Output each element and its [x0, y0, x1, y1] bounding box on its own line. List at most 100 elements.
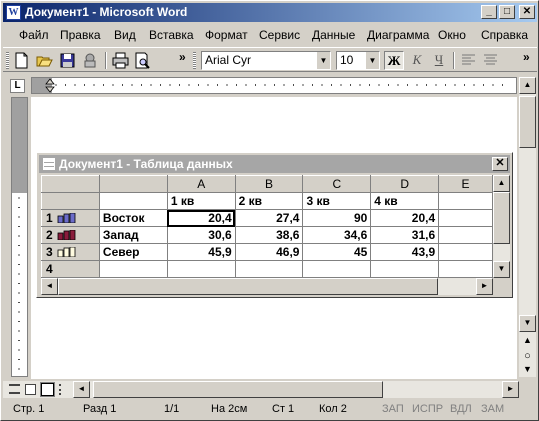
data-cell[interactable] [370, 260, 440, 278]
row-header[interactable]: 2 [41, 226, 100, 244]
datasheet-horizontal-scrollbar[interactable]: ◄ ► [41, 278, 493, 295]
column-header[interactable]: D [370, 175, 440, 193]
underline-button[interactable]: Ч [429, 51, 449, 70]
print-layout-icon[interactable] [40, 382, 55, 397]
series-label-cell[interactable]: Восток [98, 209, 168, 227]
menu-insert[interactable]: Вставка [149, 28, 194, 42]
category-label-cell[interactable]: 4 кв [370, 192, 440, 210]
category-label-cell[interactable]: 3 кв [302, 192, 372, 210]
print-preview-icon[interactable] [134, 52, 151, 69]
save-icon[interactable] [59, 52, 76, 69]
italic-button[interactable]: К [407, 51, 427, 70]
word-doc-icon[interactable]: W [6, 5, 21, 20]
scroll-right-button[interactable]: ► [476, 278, 493, 295]
data-cell[interactable] [302, 260, 372, 278]
data-cell[interactable] [438, 243, 493, 261]
menu-help[interactable]: Справка [481, 28, 528, 42]
row-header[interactable]: 4 [41, 260, 100, 278]
menu-window[interactable]: Окно [438, 28, 466, 42]
row-header[interactable]: 1 [41, 209, 100, 227]
data-cell[interactable] [234, 260, 304, 278]
select-all-corner[interactable] [41, 175, 100, 193]
vertical-scrollbar[interactable]: ▲ ▼ ▲ ○ ▼ [519, 77, 536, 377]
data-cell-selected[interactable]: 20,4 [166, 209, 236, 227]
data-cell[interactable]: 30,6 [166, 226, 236, 244]
data-cell[interactable] [166, 260, 236, 278]
toolbar-grip[interactable] [193, 52, 196, 69]
data-cell[interactable] [438, 260, 493, 278]
row-header-blank[interactable] [41, 192, 100, 210]
minimize-button[interactable]: _ [481, 5, 497, 19]
scroll-up-button[interactable]: ▲ [519, 77, 536, 94]
data-cell[interactable] [438, 226, 493, 244]
status-ovr[interactable]: ЗАМ [481, 402, 504, 419]
bold-button[interactable]: Ж [384, 51, 404, 70]
datasheet-title-bar[interactable]: Документ1 - Таблица данных ✕ [39, 155, 510, 173]
toolbar-overflow-2[interactable]: » [523, 50, 530, 64]
data-cell[interactable]: 90 [302, 209, 372, 227]
chevron-down-icon[interactable]: ▼ [316, 52, 330, 69]
maximize-button[interactable]: □ [499, 5, 515, 19]
size-grip[interactable] [493, 278, 510, 295]
chevron-down-icon[interactable]: ▼ [365, 52, 379, 69]
outline-view-icon[interactable] [59, 384, 70, 395]
toolbar-overflow-1[interactable]: » [179, 50, 186, 64]
print-icon[interactable] [112, 52, 129, 69]
cell[interactable] [438, 192, 493, 210]
data-cell[interactable]: 27,4 [234, 209, 304, 227]
menu-chart[interactable]: Диаграмма [367, 28, 429, 42]
normal-view-icon[interactable] [9, 384, 20, 394]
vertical-ruler[interactable] [11, 97, 28, 377]
scroll-up-button[interactable]: ▲ [493, 175, 510, 192]
menu-format[interactable]: Формат [205, 28, 248, 42]
row-header[interactable]: 3 [41, 243, 100, 261]
font-name-select[interactable]: Arial Cyr ▼ [201, 51, 331, 70]
data-cell[interactable]: 45 [302, 243, 372, 261]
horizontal-scroll-thumb[interactable] [93, 381, 383, 398]
web-view-icon[interactable] [25, 384, 36, 395]
font-size-select[interactable]: 10 ▼ [336, 51, 380, 70]
next-page-icon[interactable]: ▼ [519, 362, 536, 379]
horizontal-scroll-thumb[interactable] [58, 278, 438, 295]
close-button[interactable]: ✕ [519, 5, 535, 19]
data-cell[interactable]: 38,6 [234, 226, 304, 244]
datasheet-close-button[interactable]: ✕ [492, 157, 508, 171]
column-header[interactable]: B [234, 175, 304, 193]
toolbar-grip[interactable] [6, 52, 9, 69]
series-label-cell[interactable] [98, 260, 168, 278]
status-rec[interactable]: ЗАП [382, 402, 404, 419]
scroll-thumb[interactable] [493, 192, 510, 244]
column-header[interactable]: A [166, 175, 236, 193]
align-center-icon[interactable] [482, 52, 499, 69]
scroll-left-button[interactable]: ◄ [73, 381, 90, 398]
scroll-thumb[interactable] [519, 96, 536, 148]
data-cell[interactable] [438, 209, 493, 227]
open-folder-icon[interactable] [36, 52, 53, 69]
cell[interactable] [98, 192, 168, 210]
data-cell[interactable]: 45,9 [166, 243, 236, 261]
menu-file[interactable]: Файл [19, 28, 49, 42]
status-ext[interactable]: ВДЛ [450, 402, 472, 419]
column-header-blank[interactable] [98, 175, 168, 193]
scroll-right-button[interactable]: ► [502, 381, 519, 398]
status-trk[interactable]: ИСПР [412, 402, 443, 419]
align-left-icon[interactable] [460, 52, 477, 69]
column-header[interactable]: C [302, 175, 372, 193]
datasheet-vertical-scrollbar[interactable]: ▲ ▼ [493, 175, 510, 278]
column-header[interactable]: E [438, 175, 493, 193]
data-cell[interactable]: 34,6 [302, 226, 372, 244]
new-document-icon[interactable] [13, 52, 30, 69]
menu-view[interactable]: Вид [114, 28, 136, 42]
data-cell[interactable]: 46,9 [234, 243, 304, 261]
scroll-left-button[interactable]: ◄ [41, 278, 58, 295]
menu-tools[interactable]: Сервис [259, 28, 300, 42]
title-bar[interactable]: W Документ1 - Microsoft Word _ □ ✕ [3, 3, 537, 22]
menu-edit[interactable]: Правка [60, 28, 101, 42]
category-label-cell[interactable]: 1 кв [166, 192, 236, 210]
datasheet-grid[interactable]: A B C D E 1 кв 2 кв 3 кв 4 кв 1 Восток 2… [41, 175, 493, 278]
data-cell[interactable]: 43,9 [370, 243, 440, 261]
menu-data[interactable]: Данные [312, 28, 355, 42]
tab-stop-selector[interactable]: L [10, 79, 25, 93]
horizontal-ruler[interactable] [31, 77, 517, 94]
category-label-cell[interactable]: 2 кв [234, 192, 304, 210]
